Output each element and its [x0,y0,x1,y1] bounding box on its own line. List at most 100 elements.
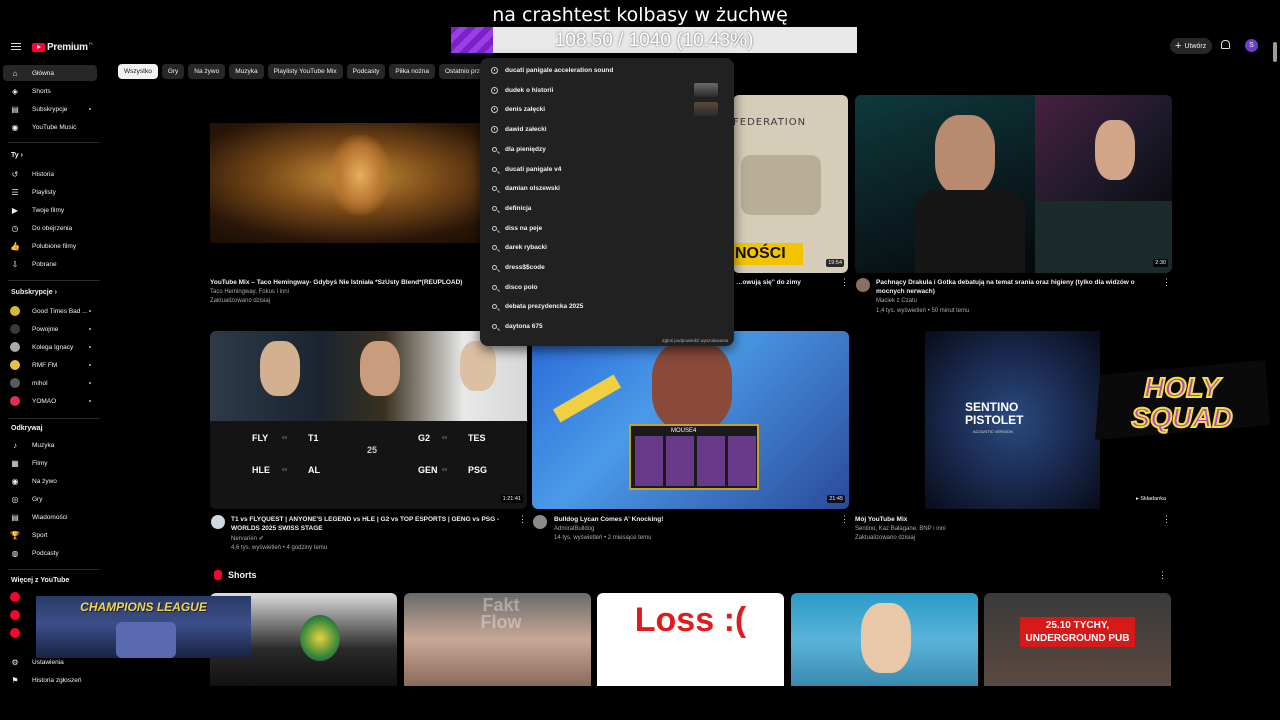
sidebar-item-explore-3[interactable]: ◎ Gry [3,491,97,507]
sidebar-item-sub-4[interactable]: mihol [3,375,97,391]
playlist-badge-label: Składanka [1140,496,1166,502]
more-options-icon[interactable]: ⋮ [518,514,527,525]
home-icon: ⌂ [12,68,18,78]
youtube-logo[interactable]: Premium PL [32,41,94,53]
video-thumbnail[interactable]: FLY T1 G2 TES vs vs HLE AL GEN PSG vs vs 25 1:21:41 [210,331,527,509]
video-title[interactable]: Pachnący Drakula i Gotka debatują na tem… [876,278,1156,296]
video-channel[interactable]: Taco Hemingway, Fokus i inni [210,288,289,297]
search-suggestion[interactable]: dress$$code [480,258,734,277]
more-options-icon[interactable]: ⋮ [1162,277,1171,288]
search-suggestion[interactable]: diss na peje [480,219,734,238]
channel-avatar[interactable] [211,515,225,529]
notifications-bell-icon[interactable] [1221,40,1230,49]
sidebar-item-home[interactable]: ⌂ Główna [3,65,97,81]
sidebar-item-explore-0[interactable]: ♪ Muzyka [3,437,97,453]
sidebar-item-youtube-music[interactable]: ◉ YouTube Music [3,119,97,135]
sidebar-item-subscriptions[interactable]: ▤ Subskrypcje [3,101,97,117]
short-thumbnail[interactable]: 25.10 TYCHY, UNDERGROUND PUB [984,593,1171,686]
sidebar-item-you-4[interactable]: 👍 Polubione filmy [3,238,97,254]
search-suggestion[interactable]: denis załęcki [480,100,734,119]
you-heading[interactable]: Ty › [11,152,23,159]
channel-avatar[interactable] [856,278,870,292]
divider [8,142,100,143]
more-options-icon[interactable]: ⋮ [840,277,849,288]
sidebar-item-explore-5[interactable]: 🏆 Sport [3,527,97,543]
filter-chip[interactable]: Muzyka [229,64,264,79]
thumbnail-title: SENTINO PISTOLET [965,400,1024,427]
thumbnail-player [260,341,300,396]
filter-chip[interactable]: Playlisty YouTube Mix [267,64,343,79]
sidebar-item-sub-3[interactable]: RMF FM [3,357,97,373]
video-title[interactable]: YouTube Mix – Taco Hemingway- Gdybyś Nie… [210,278,510,287]
you-heading-label: Ty [11,152,19,159]
video-title[interactable]: …owują się" do zimy [736,278,801,287]
sidebar-item-sub-0[interactable]: Good Times Bad ... [3,303,97,319]
subscriptions-icon: ▤ [11,104,19,114]
video-channel[interactable]: Sentino, Kaz Bałagane, BNP i inni [855,525,946,534]
sidebar-item-report-history[interactable]: ⚑ Historia zgłoszeń [3,672,97,688]
sidebar-item-sub-2[interactable]: Kolega Ignacy [3,339,97,355]
short-caption: 25.10 TYCHY, UNDERGROUND PUB [1020,617,1135,647]
create-button[interactable]: + Utwórz [1170,38,1212,54]
search-suggestion[interactable]: darek rybacki [480,238,734,257]
search-suggestion[interactable]: debata prezydencka 2025 [480,297,734,316]
video-channel[interactable]: Nervarien ✔ [231,535,264,544]
filter-chip[interactable]: Gry [161,64,185,79]
sidebar-label: Ustawienia [32,658,64,666]
video-title[interactable]: T1 vs FLYQUEST | ANYONE'S LEGEND vs HLE … [231,515,511,533]
search-suggestion[interactable]: dudek o historii [480,81,734,100]
sidebar-item-shorts[interactable]: ◈ Shorts [3,83,97,99]
subscriptions-heading[interactable]: Subskrypcje › [11,289,57,296]
sidebar-item-sub-1[interactable]: Powojnie [3,321,97,337]
sidebar-item-you-3[interactable]: ◷ Do obejrzenia [3,220,97,236]
sidebar-item-explore-2[interactable]: ◉ Na żywo [3,473,97,489]
filter-chip[interactable]: Podcasty [346,64,386,79]
filter-chip[interactable]: Na żywo [188,64,226,79]
more-options-icon[interactable]: ⋮ [1162,514,1171,525]
search-suggestion[interactable]: disco polo [480,278,734,297]
icon-glyph [490,86,498,94]
filter-chip[interactable]: Piłka nożna [389,64,435,79]
suggestion-text: daytona 675 [505,323,543,331]
sidebar-item-explore-6[interactable]: ◍ Podcasty [3,545,97,561]
sidebar-item-explore-1[interactable]: ▦ Filmy [3,455,97,471]
sidebar-item-sub-5[interactable]: YOMAO [3,393,97,409]
short-thumbnail[interactable]: Loss :( [597,593,784,686]
short-thumbnail[interactable] [791,593,978,686]
more-options-icon[interactable]: ⋮ [840,514,849,525]
sidebar-item-you-1[interactable]: ☰ Playlisty [3,184,97,200]
search-suggestion[interactable]: daytona 675 [480,317,734,336]
search-suggestion[interactable]: damian olszewski [480,179,734,198]
new-dot [89,310,91,312]
suggestion-text: denis załęcki [505,106,546,114]
video-title[interactable]: Mój YouTube Mix [855,515,907,524]
video-channel[interactable]: Maciek z Czatu [876,297,917,306]
search-suggestion[interactable]: dla pieniędzy [480,140,734,159]
video-channel[interactable]: AdmiralBulldog [554,525,594,534]
download-icon: ⇩ [11,259,19,269]
sidebar-item-you-5[interactable]: ⇩ Pobrane [3,256,97,272]
video-title[interactable]: Bulldog Lycan Comes A' Knocking! [554,515,663,524]
video-thumbnail[interactable]: FEDERATION NOŚCI 19:54 [733,95,848,273]
sidebar-item-you-0[interactable]: ↺ Historia [3,166,97,182]
search-suggestion[interactable]: dawid załecki [480,120,734,139]
menu-icon[interactable] [11,43,21,50]
sidebar-label: Shorts [32,87,51,95]
account-avatar[interactable]: S [1245,39,1258,52]
search-suggestion[interactable]: definicja [480,199,734,218]
short-thumbnail[interactable]: Fakt Flow [404,593,591,686]
suggestion-text: dudek o historii [505,86,554,94]
thumbnail-person [1095,120,1135,180]
scroll-thumb[interactable] [1273,42,1277,62]
channel-avatar[interactable] [533,515,547,529]
more-options-icon[interactable]: ⋮ [1158,570,1167,581]
video-thumbnail[interactable]: MOUSE4 21:45 [532,331,849,509]
search-suggestion[interactable]: ducati panigale acceleration sound [480,61,734,80]
report-suggestions-link[interactable]: Zgłoś podpowiedzi wyszukiwania [662,338,728,343]
sidebar-item-explore-4[interactable]: ▤ Wiadomości [3,509,97,525]
short-caption: Loss :( [634,601,747,639]
filter-chip[interactable]: Wszystko [118,64,158,79]
search-suggestion[interactable]: ducati panigale v4 [480,160,734,179]
sidebar-item-you-2[interactable]: ▶ Twoje filmy [3,202,97,218]
video-thumbnail[interactable]: 2:30 [855,95,1172,273]
